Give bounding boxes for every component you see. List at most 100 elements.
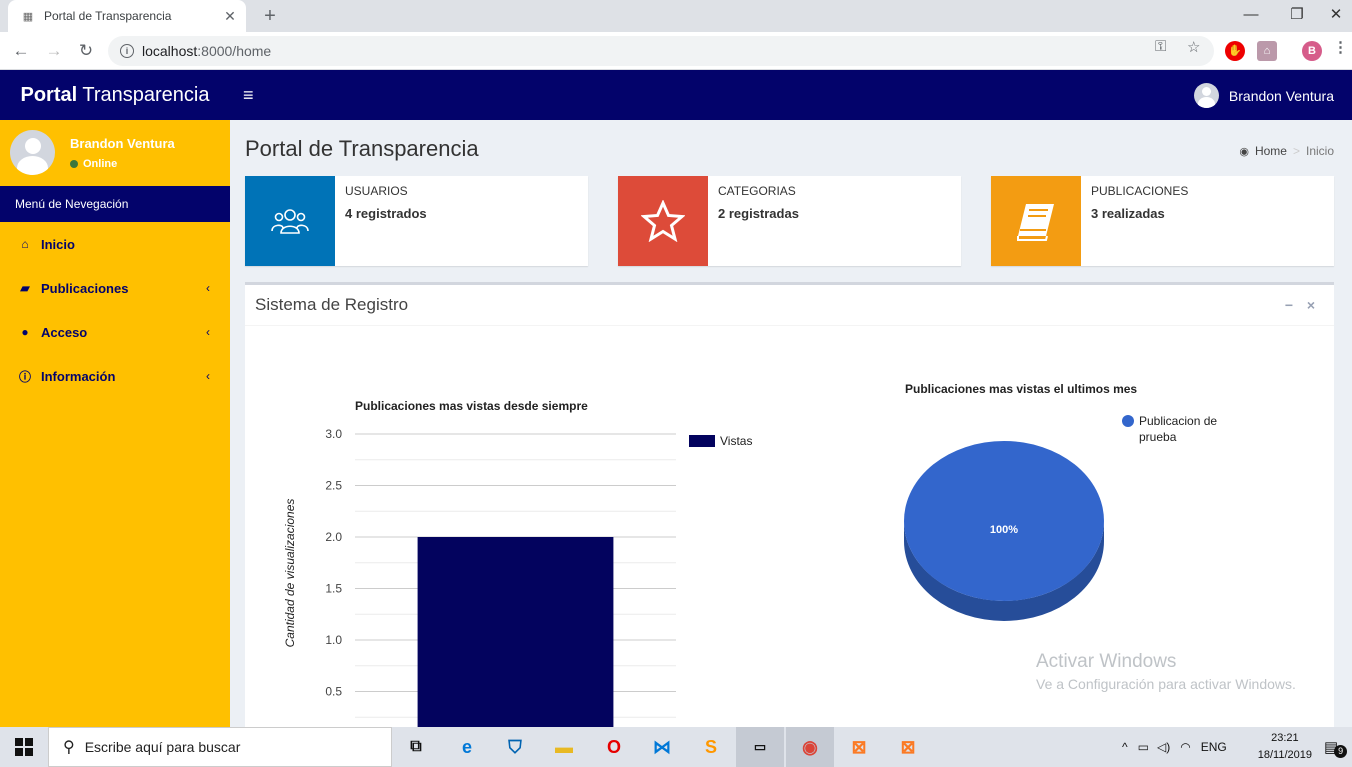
url-path: :8000/home — [197, 43, 272, 59]
clock[interactable]: 23:21 18/11/2019 — [1258, 730, 1312, 764]
info-box-categorias: CATEGORIAS 2 registradas — [618, 176, 961, 266]
notifications-icon[interactable]: ▤ 9 — [1324, 727, 1348, 767]
legend-label: Vistas — [720, 434, 752, 448]
bar[interactable] — [417, 537, 614, 730]
terminal-icon[interactable]: ▭ — [736, 727, 784, 767]
sidebar-item-label: Acceso — [41, 324, 88, 340]
opera-icon[interactable]: O — [590, 727, 638, 767]
wifi-icon[interactable]: ◠ — [1180, 740, 1190, 754]
y-tick-label: 3.0 — [325, 427, 342, 441]
sidebar: Brandon Ventura Online Menú de Nevegació… — [0, 120, 230, 727]
browser-tab-bar: ▦ Portal de Transparencia ✕ + — ❐ ✕ — [0, 0, 1352, 32]
tab-close-icon[interactable]: ✕ — [220, 8, 240, 25]
chevron-left-icon: ‹ — [206, 325, 210, 339]
y-tick-label: 1.0 — [325, 633, 342, 647]
info-circle-icon: ⓘ — [18, 369, 31, 384]
chevron-up-icon[interactable]: ^ — [1122, 740, 1128, 754]
app-header: Portal Transparencia ≡ Brandon Ventura — [0, 70, 1352, 120]
chrome-icon[interactable]: ◉ — [786, 727, 834, 767]
clock-date: 18/11/2019 — [1257, 749, 1312, 761]
info-box-suffix: registradas — [725, 206, 799, 221]
bookmark-star-icon[interactable]: ☆ — [1187, 38, 1200, 56]
box-divider — [245, 325, 1334, 326]
home-icon: ⌂ — [21, 237, 29, 251]
tab-title: Portal de Transparencia — [44, 9, 172, 23]
collapse-icon[interactable]: − — [1278, 297, 1300, 313]
info-box-usuarios: USUARIOS 4 registrados — [245, 176, 588, 266]
pdf-extension-icon[interactable]: ⌂ — [1257, 41, 1277, 61]
close-window-button[interactable]: ✕ — [1320, 0, 1352, 32]
chevron-left-icon: ‹ — [206, 369, 210, 383]
book-icon — [991, 176, 1081, 266]
forward-button[interactable]: → — [42, 39, 66, 63]
user-menu[interactable]: Brandon Ventura — [1193, 83, 1334, 108]
sidebar-toggle-icon[interactable]: ≡ — [243, 85, 259, 105]
windows-start-button[interactable] — [0, 727, 48, 767]
volume-icon[interactable]: ◁) — [1157, 740, 1170, 754]
bar-chart: Publicaciones mas vistas desde siempre 0… — [283, 399, 752, 730]
new-tab-button[interactable]: + — [258, 4, 282, 28]
legend-line: prueba — [1139, 430, 1177, 444]
breadcrumb-home[interactable]: Home — [1255, 144, 1287, 158]
reload-button[interactable]: ↻ — [74, 39, 98, 63]
legend-label: Publicacion de prueba — [1139, 414, 1220, 444]
sidebar-item-inicio[interactable]: ⌂ Inicio — [0, 222, 230, 266]
sidebar-item-informacion[interactable]: ⓘ Información ‹ — [0, 354, 230, 398]
task-view-icon[interactable]: ⧉ — [392, 727, 440, 767]
sidebar-menu-header: Menú de Nevegación — [0, 186, 230, 222]
browser-tab[interactable]: ▦ Portal de Transparencia ✕ — [8, 0, 246, 32]
info-box-suffix: realizadas — [1098, 206, 1165, 221]
info-box-suffix: registrados — [352, 206, 427, 221]
remove-icon[interactable]: × — [1300, 297, 1322, 313]
edge-icon[interactable]: e — [443, 727, 491, 767]
user-menu-name: Brandon Ventura — [1228, 87, 1334, 104]
y-tick-label: 2.5 — [325, 479, 342, 493]
user-panel-avatar — [10, 130, 55, 175]
taskbar-search[interactable]: ⚲ Escribe aquí para buscar — [48, 727, 392, 767]
key-icon[interactable]: ⚿ — [1155, 38, 1166, 55]
battery-icon[interactable]: ▭ — [1138, 740, 1149, 754]
chart-title: Publicaciones mas vistas el ultimos mes — [905, 382, 1137, 396]
windows-logo-icon — [15, 738, 33, 756]
vscode-icon[interactable]: ⋈ — [638, 727, 686, 767]
user-avatar — [1193, 83, 1219, 108]
search-icon: ⚲ — [63, 739, 75, 756]
sidebar-item-publicaciones[interactable]: ▰ Publicaciones ‹ — [0, 266, 230, 310]
chevron-left-icon: ‹ — [206, 281, 210, 295]
file-explorer-icon[interactable]: ▬ — [540, 727, 588, 767]
logo-bold: Portal — [20, 84, 78, 106]
user-circle-icon: ● — [21, 325, 29, 339]
info-box-label: USUARIOS — [345, 184, 408, 198]
url-host: localhost — [142, 43, 198, 59]
status-label: Online — [83, 158, 118, 170]
xampp-icon[interactable]: ⊠ — [835, 727, 883, 767]
back-button[interactable]: ← — [9, 39, 33, 63]
info-icon[interactable]: i — [120, 44, 134, 58]
profile-avatar[interactable]: B — [1302, 41, 1322, 61]
activation-watermark-text: Ve a Configuración para activar Windows. — [1036, 676, 1296, 692]
store-icon[interactable]: ⛉ — [491, 727, 539, 767]
pie-slice[interactable] — [904, 441, 1104, 601]
adblock-extension-icon[interactable]: ✋ — [1225, 41, 1245, 61]
browser-toolbar: ← → ↻ i localhost:8000/home ⚿ ☆ ✋ ⌂ B ⋮ — [0, 32, 1352, 70]
xampp-icon[interactable]: ⊠ — [884, 727, 932, 767]
minimize-button[interactable]: — — [1228, 0, 1274, 32]
breadcrumb-current: Inicio — [1305, 144, 1334, 158]
maximize-button[interactable]: ❐ — [1274, 0, 1320, 32]
y-tick-label: 2.0 — [325, 530, 342, 544]
page-title: Portal de Transparencia — [245, 136, 479, 161]
language-indicator[interactable]: ENG — [1201, 740, 1227, 754]
star-icon — [618, 176, 708, 266]
activation-watermark-title: Activar Windows — [1036, 651, 1177, 672]
sidebar-item-acceso[interactable]: ● Acceso ‹ — [0, 310, 230, 354]
y-axis-label: Cantidad de visualizaciones — [283, 499, 297, 648]
address-bar[interactable]: i localhost:8000/home — [108, 36, 1214, 66]
browser-menu-icon[interactable]: ⋮ — [1333, 38, 1348, 56]
app-logo[interactable]: Portal Transparencia — [0, 70, 230, 120]
site-favicon-icon: ▦ — [22, 10, 34, 23]
sublime-text-icon[interactable]: S — [687, 727, 735, 767]
sidebar-item-label: Publicaciones — [41, 280, 129, 296]
info-box-label: CATEGORIAS — [718, 184, 796, 198]
legend-dot — [1122, 415, 1134, 427]
search-placeholder: Escribe aquí para buscar — [84, 739, 241, 755]
